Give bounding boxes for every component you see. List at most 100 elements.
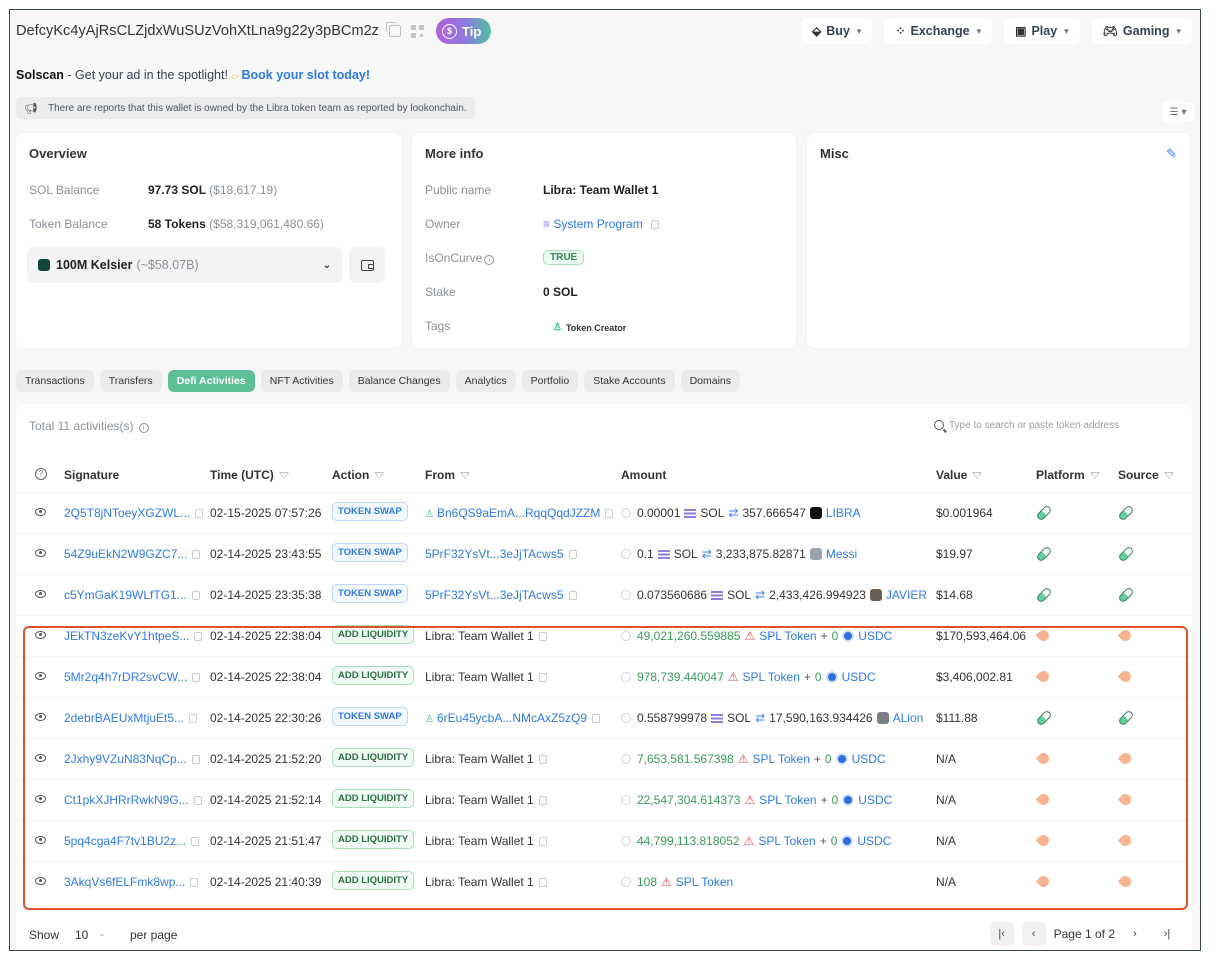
spl-token-link[interactable]: SPL Token bbox=[743, 670, 800, 684]
eye-icon[interactable] bbox=[35, 672, 46, 680]
eye-icon[interactable] bbox=[35, 795, 46, 803]
copy-icon[interactable] bbox=[190, 878, 199, 887]
usdc-link[interactable]: USDC bbox=[857, 834, 891, 848]
per-page-select[interactable]: 10 ⌄ bbox=[75, 928, 106, 942]
qr-code-icon[interactable] bbox=[411, 24, 424, 38]
tab-transactions[interactable]: Transactions bbox=[16, 370, 94, 392]
source-cell[interactable] bbox=[1117, 585, 1135, 604]
platform-cell[interactable] bbox=[1035, 667, 1052, 685]
from-name[interactable]: Libra: Team Wallet 1 bbox=[425, 670, 534, 684]
platform-cell[interactable] bbox=[1035, 585, 1053, 604]
copy-icon[interactable] bbox=[568, 591, 577, 600]
expand-icon[interactable] bbox=[621, 836, 631, 846]
spl-token-link[interactable]: SPL Token bbox=[758, 834, 815, 848]
tab-analytics[interactable]: Analytics bbox=[455, 370, 516, 392]
expand-icon[interactable] bbox=[621, 549, 631, 559]
expand-icon[interactable] bbox=[621, 713, 631, 723]
ad-link[interactable]: Book your slot today! bbox=[242, 68, 370, 82]
copy-icon[interactable] bbox=[568, 550, 577, 559]
nav-buy-button[interactable]: ⬙ Buy ▾ bbox=[801, 18, 873, 44]
filter-icon[interactable] bbox=[374, 471, 385, 479]
copy-icon[interactable] bbox=[191, 755, 200, 764]
platform-cell[interactable] bbox=[1035, 749, 1052, 767]
expand-icon[interactable] bbox=[621, 795, 631, 805]
nav-exchange-button[interactable]: ⁘ Exchange ▾ bbox=[884, 18, 993, 44]
copy-icon[interactable] bbox=[538, 632, 547, 641]
help-icon[interactable]: ? bbox=[35, 468, 47, 480]
platform-cell[interactable] bbox=[1035, 790, 1052, 808]
spl-token-link[interactable]: SPL Token bbox=[753, 752, 810, 766]
copy-icon[interactable] bbox=[386, 22, 401, 37]
token-out-link[interactable]: LIBRA bbox=[826, 506, 861, 520]
eye-icon[interactable] bbox=[35, 590, 46, 598]
eye-icon[interactable] bbox=[35, 877, 46, 885]
token-search[interactable] bbox=[926, 412, 1176, 438]
source-cell[interactable] bbox=[1117, 708, 1135, 727]
copy-icon[interactable] bbox=[193, 796, 202, 805]
platform-cell[interactable] bbox=[1035, 872, 1052, 890]
from-link[interactable]: 6rEu45ycbA...NMcAxZ5zQ9 bbox=[437, 711, 587, 725]
copy-icon[interactable] bbox=[538, 673, 547, 682]
from-name[interactable]: Libra: Team Wallet 1 bbox=[425, 793, 534, 807]
copy-icon[interactable] bbox=[538, 837, 547, 846]
usdc-link[interactable]: USDC bbox=[842, 670, 876, 684]
expand-icon[interactable] bbox=[621, 631, 631, 641]
copy-icon[interactable] bbox=[538, 878, 547, 887]
copy-icon[interactable] bbox=[605, 509, 614, 518]
signature-link[interactable]: 54Z9uEkN2W9GZC7... bbox=[64, 547, 187, 561]
tip-button[interactable]: $ Tip bbox=[436, 18, 492, 44]
signature-link[interactable]: JEkTN3zeKvY1htpeS... bbox=[64, 629, 189, 643]
source-cell[interactable] bbox=[1117, 544, 1135, 563]
usdc-link[interactable]: USDC bbox=[858, 793, 892, 807]
tab-defi-activities[interactable]: Defi Activities bbox=[167, 370, 255, 392]
expand-icon[interactable] bbox=[621, 590, 631, 600]
wallet-button[interactable] bbox=[349, 247, 385, 283]
usdc-link[interactable]: USDC bbox=[858, 629, 892, 643]
spl-token-link[interactable]: SPL Token bbox=[676, 875, 733, 889]
from-link[interactable]: Bn6QS9aEmA...RqqQqdJZZM bbox=[437, 506, 600, 520]
eye-icon[interactable] bbox=[35, 549, 46, 557]
signature-link[interactable]: 2Q5T8jNToeyXGZWL... bbox=[64, 506, 190, 520]
spl-token-link[interactable]: SPL Token bbox=[759, 629, 816, 643]
copy-icon[interactable] bbox=[189, 714, 198, 723]
tab-transfers[interactable]: Transfers bbox=[99, 370, 162, 392]
source-cell[interactable] bbox=[1117, 790, 1134, 808]
filter-icon[interactable] bbox=[278, 471, 289, 479]
tab-domains[interactable]: Domains bbox=[680, 370, 741, 392]
signature-link[interactable]: c5YmGaK19WLfTG1... bbox=[64, 588, 187, 602]
signature-link[interactable]: Ct1pkXJHRrRwkN9G... bbox=[64, 793, 189, 807]
source-cell[interactable] bbox=[1117, 667, 1134, 685]
copy-icon[interactable] bbox=[191, 837, 200, 846]
tab-stake-accounts[interactable]: Stake Accounts bbox=[584, 370, 675, 392]
platform-cell[interactable] bbox=[1035, 503, 1053, 522]
signature-link[interactable]: 5pq4cga4F7tv1BU2z... bbox=[64, 834, 186, 848]
expand-icon[interactable] bbox=[621, 672, 631, 682]
filter-icon[interactable] bbox=[972, 471, 983, 479]
eye-icon[interactable] bbox=[35, 631, 46, 639]
platform-cell[interactable] bbox=[1035, 831, 1052, 849]
from-link[interactable]: 5PrF32YsVt...3eJjTAcws5 bbox=[425, 547, 564, 561]
platform-cell[interactable] bbox=[1035, 544, 1053, 563]
filter-icon[interactable] bbox=[1163, 471, 1174, 479]
eye-icon[interactable] bbox=[35, 836, 46, 844]
signature-link[interactable]: 3AkqVs6fELFmk8wp... bbox=[64, 875, 185, 889]
spl-token-link[interactable]: SPL Token bbox=[759, 793, 816, 807]
token-out-link[interactable]: JAVIER bbox=[886, 588, 927, 602]
filter-icon[interactable] bbox=[460, 471, 470, 479]
info-icon[interactable]: i bbox=[138, 423, 149, 433]
first-page-button[interactable]: |‹ bbox=[989, 922, 1014, 946]
platform-cell[interactable] bbox=[1035, 626, 1052, 644]
signature-link[interactable]: 2Jxhy9VZuN83NqCp... bbox=[64, 752, 187, 766]
copy-icon[interactable] bbox=[192, 550, 201, 559]
token-out-link[interactable]: ALion bbox=[893, 711, 924, 725]
from-name[interactable]: Libra: Team Wallet 1 bbox=[425, 752, 534, 766]
tab-balance-changes[interactable]: Balance Changes bbox=[348, 370, 450, 392]
copy-icon[interactable] bbox=[538, 755, 547, 764]
source-cell[interactable] bbox=[1117, 872, 1134, 890]
copy-icon[interactable] bbox=[194, 632, 203, 641]
copy-icon[interactable] bbox=[192, 673, 201, 682]
from-name[interactable]: Libra: Team Wallet 1 bbox=[425, 875, 534, 889]
usdc-link[interactable]: USDC bbox=[852, 752, 886, 766]
eye-icon[interactable] bbox=[35, 508, 46, 516]
expand-icon[interactable] bbox=[621, 508, 631, 518]
